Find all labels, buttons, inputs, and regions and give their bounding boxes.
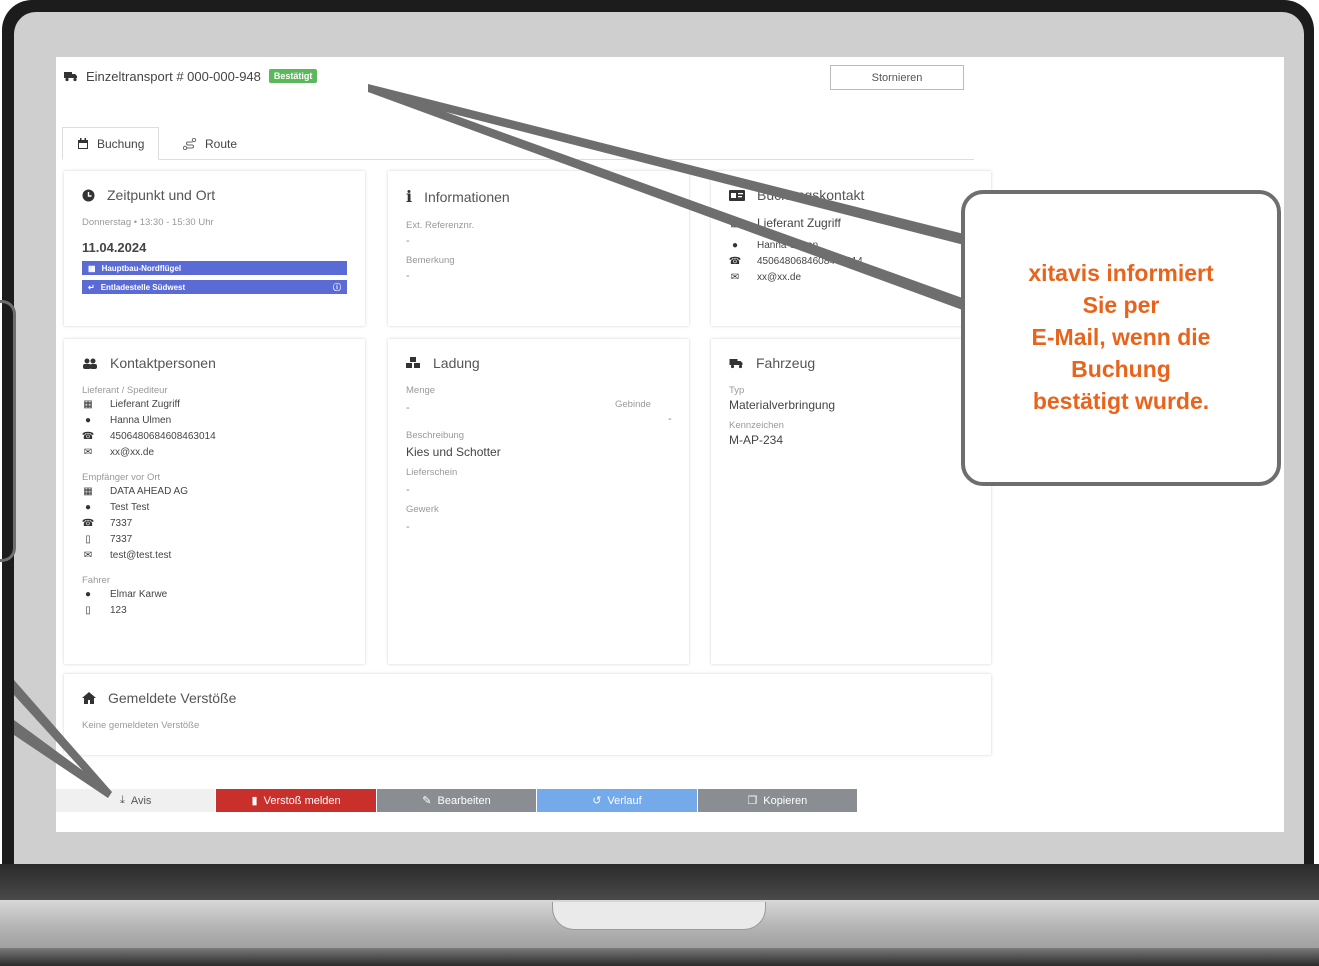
callout-box: xitavis informiert Sie per E-Mail, wenn …: [961, 190, 1281, 486]
callout-frame-left: [0, 300, 16, 562]
laptop-mockup: Einzeltransport # 000-000-948 Bestätigt …: [0, 0, 1319, 966]
callout-text: xitavis informiert Sie per E-Mail, wenn …: [1028, 260, 1214, 414]
